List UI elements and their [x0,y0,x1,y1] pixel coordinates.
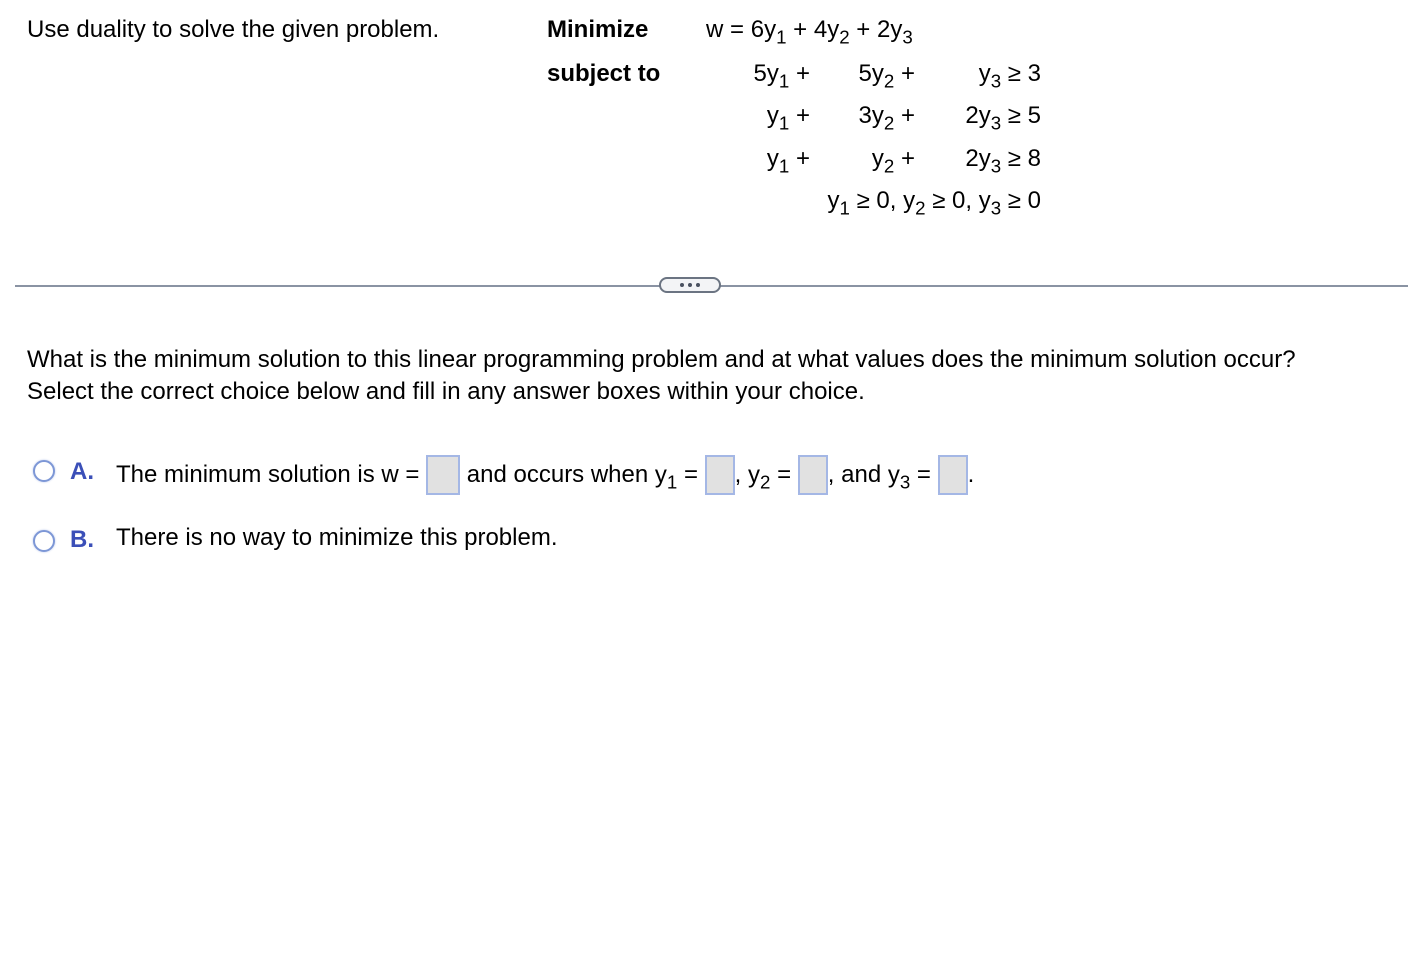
y1-label: y1 [654,461,678,493]
coef-y2: 4 [813,16,828,43]
var-y2: y [827,16,840,43]
constraint-term-y1: 5y1 + [753,60,810,92]
instruction-text: Use duality to solve the given problem. [27,16,440,43]
ellipsis-dot [688,283,692,287]
var-y3: y [890,16,903,43]
question-text: What is the minimum solution to this lin… [27,344,1296,408]
constraint-term-y1: y1 + [766,145,810,177]
ellipsis-icon [680,283,684,287]
coef-y3: 2 [876,16,891,43]
choice-a-occurs: and occurs when [466,461,649,488]
var-y1: y [764,16,777,43]
choice-a-radio[interactable] [33,460,55,482]
minimize-label: Minimize [547,16,649,43]
constraint-term-y2: 3y2 + [858,102,915,134]
objective-function: w = 6y1 + 4y2 + 2y3 [706,16,913,48]
nonnegativity-constraints: y1 ≥ 0, y2 ≥ 0, y3 ≥ 0 [827,187,1041,219]
subject-to-label: subject to [547,60,661,87]
choice-b-text: There is no way to minimize this problem… [116,524,558,551]
comma-and: , and [827,461,882,488]
equals-sign: = [683,461,698,488]
period: . [967,461,975,488]
question-line-2: Select the correct choice below and fill… [27,378,865,405]
answer-y3-input[interactable] [937,455,968,495]
choice-a-text: The minimum solution is w = and occurs w… [116,455,974,495]
sub-1: 1 [776,26,787,48]
objective-lhs: w [706,16,724,43]
choice-b-letter: B. [70,526,94,553]
y3-label: y3 [887,461,911,493]
answer-w-input[interactable] [426,455,461,495]
constraint-term-y2: y2 + [871,145,915,177]
equals-sign: = [777,461,792,488]
constraint-term-y3: 2y3 ≥ 5 [965,102,1041,134]
ellipsis-dot [696,283,700,287]
choice-a-prefix: The minimum solution is w = [116,461,420,488]
answer-y1-input[interactable] [704,455,735,495]
y2-label: y2 [748,461,771,493]
coef-y1: 6 [750,16,765,43]
question-line-1: What is the minimum solution to this lin… [27,346,1296,373]
comma: , [734,461,742,488]
sub-3: 3 [902,26,913,48]
constraint-term-y3: y3 ≥ 3 [978,60,1041,92]
equals-sign: = [916,461,931,488]
constraint-term-y1: y1 + [766,102,810,134]
constraint-term-y2: 5y2 + [858,60,915,92]
expand-more-button[interactable] [659,277,721,293]
answer-y2-input[interactable] [797,455,828,495]
sub-2: 2 [839,26,850,48]
choice-a-letter: A. [70,458,94,485]
constraint-term-y3: 2y3 ≥ 8 [965,145,1041,177]
choice-b-radio[interactable] [33,530,55,552]
